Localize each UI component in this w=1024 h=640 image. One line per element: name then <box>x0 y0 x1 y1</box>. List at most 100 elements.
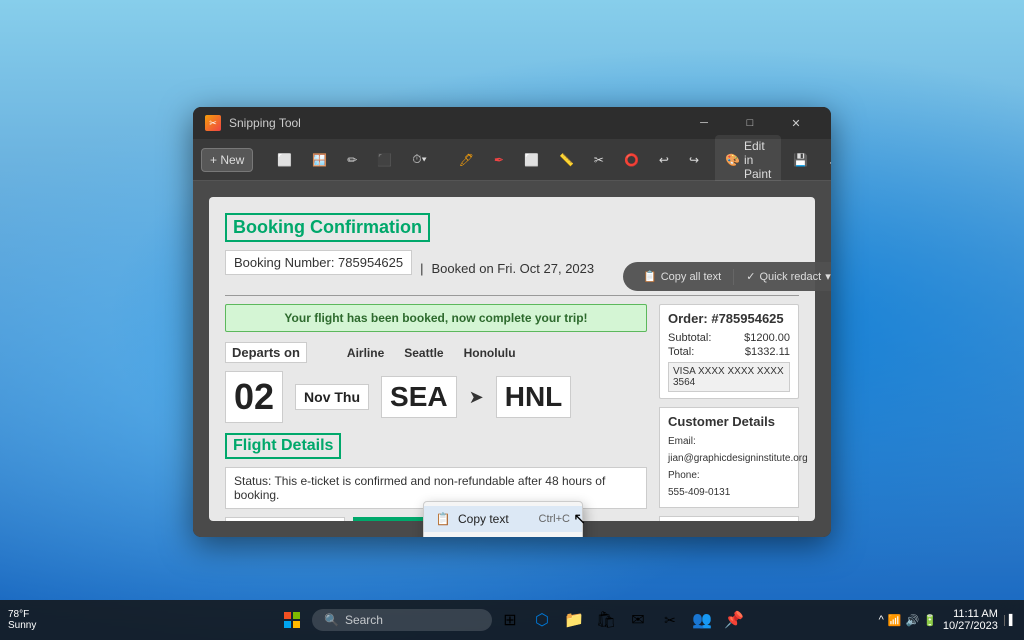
chevron-down-icon: ▾ <box>825 270 831 283</box>
eraser-tool[interactable]: ⬜ <box>516 149 547 171</box>
booked-on-text: | <box>420 261 423 276</box>
close-button[interactable]: ✕ <box>773 107 819 139</box>
booking-number: Booking Number: 785954625 <box>225 250 412 275</box>
taskbar-left: 78°F Sunny <box>8 609 36 631</box>
start-button[interactable] <box>276 604 308 636</box>
main-layout: Your flight has been booked, now complet… <box>225 304 799 506</box>
redo-button[interactable]: ↪ <box>681 149 707 171</box>
ctx-copy-shortcut: Ctrl+C <box>539 513 570 525</box>
departs-row: Departs on Airline Seattle Honolulu <box>225 342 647 363</box>
check-icon: ✓ <box>746 270 755 283</box>
search-box[interactable]: 🔍 Search <box>312 609 492 631</box>
snip-tool-taskbar-icon[interactable]: ✂ <box>656 606 684 634</box>
mode-full-button[interactable]: ⬛ <box>369 149 400 171</box>
edit-paint-label: Edit in Paint <box>744 139 771 181</box>
ruler-tool[interactable]: 📏 <box>551 149 582 171</box>
shape-tool[interactable]: ⭕ <box>616 149 647 171</box>
teams-icon[interactable]: 👥 <box>688 606 716 634</box>
divider <box>225 295 799 296</box>
booked-date: Booked on Fri. Oct 27, 2023 <box>432 261 595 276</box>
total-row: Total: $1332.11 <box>668 346 790 358</box>
total-label: Total: <box>668 346 694 358</box>
origin-code: SEA <box>381 376 457 418</box>
context-menu: 📋 Copy text Ctrl+C ☰ Select all Ctrl+A 🖊… <box>423 501 583 537</box>
copy-all-text-button[interactable]: 📋 Copy all text <box>635 266 729 287</box>
snipping-pinned-icon[interactable]: 📌 <box>720 606 748 634</box>
title-bar-left: ✂ Snipping Tool <box>205 115 681 131</box>
ctx-select-all[interactable]: ☰ Select all Ctrl+A <box>424 532 582 537</box>
mode-free-button[interactable]: ✏ <box>339 149 365 171</box>
system-tray: ^ 📶 🔊 🔋 <box>879 614 937 627</box>
honolulu-header: Honolulu <box>464 346 516 360</box>
toolbar: + New ⬜ 🪟 ✏ ⬛ ⏱▾ 🖊 ✒ ⬜ 📏 ✂ ⭕ ↩ ↪ 🎨 Edit … <box>193 139 831 181</box>
edit-in-paint-button[interactable]: 🎨 Edit in Paint <box>715 135 781 185</box>
airline-header: Airline <box>347 346 384 360</box>
copy-icon: 📋 <box>643 270 657 283</box>
crop-tool[interactable]: ✂ <box>586 149 612 171</box>
chevron-icon[interactable]: ^ <box>879 614 884 626</box>
email-value: jian@graphicdesigninstitute.org <box>668 450 790 467</box>
windows-icon <box>283 611 301 629</box>
mode-window-button[interactable]: 🪟 <box>304 149 335 171</box>
seattle-header: Seattle <box>404 346 443 360</box>
edge-icon[interactable]: ⬡ <box>528 606 556 634</box>
paint-icon: 🎨 <box>725 153 740 167</box>
clock-time: 11:11 AM <box>953 608 998 620</box>
new-button[interactable]: + New <box>201 148 253 172</box>
route-display: 02 Nov Thu SEA ➤ HNL <box>225 371 647 423</box>
date-text: Nov Thu <box>295 384 369 410</box>
flight-details-title: Flight Details <box>225 433 341 459</box>
booking-card: Booking Confirmation Booking Number: 785… <box>209 197 815 521</box>
app-icon: ✂ <box>205 115 221 131</box>
floating-ocr-toolbar: 📋 Copy all text ✓ Quick redact ▾ <box>623 262 831 291</box>
share-button[interactable]: ↗ <box>820 149 831 171</box>
customer-box: Customer Details Email: jian@graphicdesi… <box>659 407 799 508</box>
battery-icon: 🔋 <box>923 614 937 627</box>
pen-tool[interactable]: ✒ <box>486 149 512 171</box>
weather-condition: Sunny <box>8 620 36 631</box>
show-desktop-button[interactable]: ▌ <box>1004 615 1016 626</box>
mode-rect-button[interactable]: ⬜ <box>269 149 300 171</box>
confirmation-banner: Your flight has been booked, now complet… <box>225 304 647 332</box>
subtotal-row: Subtotal: $1200.00 <box>668 332 790 344</box>
undo-button[interactable]: ↩ <box>651 149 677 171</box>
task-view-button[interactable]: ⊞ <box>496 606 524 634</box>
copy-text-icon: 📋 <box>436 512 450 526</box>
email-label: Email: <box>668 436 696 447</box>
save-button[interactable]: 💾 <box>785 149 816 171</box>
arrow-icon: ➤ <box>469 387 484 408</box>
content-area: Booking Confirmation Booking Number: 785… <box>193 181 831 537</box>
left-panel: Your flight has been booked, now complet… <box>225 304 647 506</box>
customer-details-title: Customer Details <box>668 414 790 429</box>
billing-box: Billing Address: Ji-an Lee 123 Maple Ln … <box>659 516 799 521</box>
order-box: Order: #785954625 Subtotal: $1200.00 Tot… <box>659 304 799 399</box>
taskbar: 78°F Sunny 🔍 Search ⊞ ⬡ 📁 🛍 ✉ ✂ 👥 📌 ^ <box>0 600 1024 640</box>
window-title: Snipping Tool <box>229 116 301 130</box>
store-icon[interactable]: 🛍 <box>592 606 620 634</box>
route-headers: Airline Seattle Honolulu <box>347 346 516 360</box>
clock-widget[interactable]: 11:11 AM 10/27/2023 <box>943 608 998 632</box>
dest-code: HNL <box>496 376 572 418</box>
volume-icon: 🔊 <box>905 614 919 627</box>
subtotal-value: $1200.00 <box>744 332 790 344</box>
taskbar-right: ^ 📶 🔊 🔋 11:11 AM 10/27/2023 ▌ <box>879 608 1016 632</box>
clock-date: 10/27/2023 <box>943 620 998 632</box>
taskbar-center: 🔍 Search ⊞ ⬡ 📁 🛍 ✉ ✂ 👥 📌 <box>276 604 748 636</box>
timer-button[interactable]: ⏱▾ <box>404 148 434 171</box>
total-value: $1332.11 <box>745 346 790 358</box>
phone-label: Phone: <box>668 470 700 481</box>
highlight-tool[interactable]: 🖊 <box>451 149 482 171</box>
ctx-copy-text[interactable]: 📋 Copy text Ctrl+C <box>424 506 582 532</box>
phone-value: 555-409-0131 <box>668 484 790 501</box>
departs-label: Departs on <box>225 342 307 363</box>
mail-icon[interactable]: ✉ <box>624 606 652 634</box>
explorer-icon[interactable]: 📁 <box>560 606 588 634</box>
snipping-tool-window: ✂ Snipping Tool ─ □ ✕ + New ⬜ 🪟 ✏ ⬛ ⏱▾ 🖊… <box>193 107 831 537</box>
search-label: Search <box>345 613 383 627</box>
order-number: Order: #785954625 <box>668 311 790 326</box>
right-panel: Order: #785954625 Subtotal: $1200.00 Tot… <box>659 304 799 506</box>
float-divider <box>733 269 734 285</box>
date-number: 02 <box>225 371 283 423</box>
quick-redact-button[interactable]: ✓ Quick redact ▾ <box>738 266 831 287</box>
subtotal-label: Subtotal: <box>668 332 711 344</box>
